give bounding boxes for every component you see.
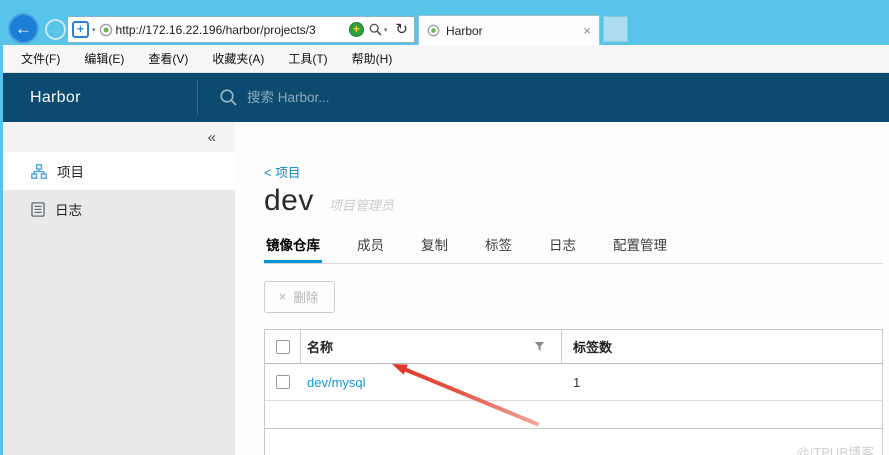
main-content: < 项目 dev 项目管理员 镜像仓库 成员 复制 标签 日志 配置管理 × 删除 bbox=[235, 122, 889, 455]
window-left-border bbox=[0, 0, 3, 455]
search-input[interactable] bbox=[247, 90, 467, 105]
refresh-icon[interactable]: ↻ bbox=[392, 22, 411, 37]
breadcrumb-back-icon: < bbox=[264, 166, 272, 180]
repo-link-dev-mysql[interactable]: dev/mysql bbox=[307, 375, 366, 390]
filter-funnel-icon[interactable] bbox=[534, 341, 545, 352]
breadcrumb[interactable]: < 项目 bbox=[264, 162, 883, 181]
role-badge: 项目管理员 bbox=[328, 198, 394, 213]
breadcrumb-label[interactable]: 项目 bbox=[275, 166, 300, 180]
back-arrow-icon: ← bbox=[15, 18, 32, 38]
suggested-sites-icon[interactable]: + bbox=[348, 22, 364, 37]
log-icon bbox=[31, 201, 45, 217]
forward-arrow-icon: → bbox=[49, 22, 62, 37]
compatibility-zone-icon[interactable]: + bbox=[72, 21, 89, 38]
menu-file[interactable]: 文件(F) bbox=[9, 50, 72, 67]
tab-repositories[interactable]: 镜像仓库 bbox=[264, 228, 322, 263]
page-title: dev bbox=[264, 184, 314, 217]
browser-chrome: ← → + ▾ + ▾ ↻ bbox=[0, 0, 889, 45]
sidebar-collapse-bar[interactable]: « bbox=[0, 122, 235, 152]
table-footer: @ITPUB博客 bbox=[265, 429, 882, 455]
sidebar-item-projects[interactable]: 项目 bbox=[0, 152, 235, 190]
browser-tab-harbor[interactable]: Harbor × bbox=[418, 15, 600, 45]
url-input[interactable] bbox=[115, 22, 346, 37]
address-search-control[interactable]: ▾ bbox=[367, 23, 390, 36]
tab-close-icon[interactable]: × bbox=[583, 24, 591, 37]
global-search[interactable] bbox=[219, 73, 467, 122]
harbor-logo: Harbor bbox=[30, 89, 81, 106]
table-row: dev/mysql 1 bbox=[265, 364, 882, 401]
tab-configuration[interactable]: 配置管理 bbox=[611, 228, 669, 263]
search-icon bbox=[369, 23, 382, 36]
sidebar-item-label: 日志 bbox=[55, 203, 82, 218]
address-bar[interactable]: + ▾ + ▾ ↻ bbox=[67, 16, 415, 43]
menu-tools[interactable]: 工具(T) bbox=[276, 50, 339, 67]
menu-help[interactable]: 帮助(H) bbox=[340, 50, 405, 67]
tab-members[interactable]: 成员 bbox=[355, 228, 386, 263]
menu-favorites[interactable]: 收藏夹(A) bbox=[200, 50, 276, 67]
header-divider bbox=[197, 80, 198, 115]
row-checkbox[interactable] bbox=[276, 375, 290, 389]
tag-count-value: 1 bbox=[573, 374, 581, 390]
browser-menu-bar: 文件(F) 编辑(E) 查看(V) 收藏夹(A) 工具(T) 帮助(H) bbox=[0, 45, 889, 73]
tab-favicon bbox=[427, 24, 440, 37]
browser-back-button[interactable]: ← bbox=[8, 13, 39, 44]
browser-forward-button[interactable]: → bbox=[45, 19, 66, 40]
repo-toolbar: × 删除 bbox=[264, 281, 883, 313]
menu-view[interactable]: 查看(V) bbox=[136, 50, 200, 67]
project-tabs: 镜像仓库 成员 复制 标签 日志 配置管理 bbox=[264, 228, 883, 264]
harbor-browser-window: ← → + ▾ + ▾ ↻ bbox=[0, 0, 889, 455]
zone-caret-icon[interactable]: ▾ bbox=[92, 26, 96, 34]
column-header-tags[interactable]: 标签数 bbox=[573, 340, 612, 355]
new-tab-button[interactable] bbox=[603, 16, 628, 42]
sidebar: « 项目 日志 bbox=[0, 122, 235, 455]
repositories-table: 名称 标签数 dev/mysql 1 @ITPUB博客 bbox=[264, 329, 883, 455]
watermark: @ITPUB博客 bbox=[796, 445, 874, 455]
delete-button[interactable]: × 删除 bbox=[264, 281, 336, 313]
search-icon bbox=[220, 89, 237, 106]
delete-x-icon: × bbox=[279, 289, 287, 304]
collapse-chevrons-icon[interactable]: « bbox=[208, 129, 216, 146]
app-header: Harbor bbox=[0, 73, 889, 122]
search-caret-icon: ▾ bbox=[383, 26, 388, 34]
tab-replication[interactable]: 复制 bbox=[419, 228, 450, 263]
site-favicon bbox=[99, 23, 112, 36]
tab-labels[interactable]: 标签 bbox=[483, 228, 514, 263]
table-header-row: 名称 标签数 bbox=[265, 330, 882, 364]
tab-logs[interactable]: 日志 bbox=[547, 228, 578, 263]
delete-button-label: 删除 bbox=[293, 291, 319, 305]
sidebar-item-logs[interactable]: 日志 bbox=[0, 190, 235, 228]
column-header-name[interactable]: 名称 bbox=[307, 337, 333, 356]
select-all-checkbox[interactable] bbox=[275, 339, 290, 354]
table-empty-area bbox=[265, 401, 882, 429]
tab-title: Harbor bbox=[446, 23, 483, 38]
organization-icon bbox=[31, 163, 47, 179]
menu-edit[interactable]: 编辑(E) bbox=[72, 50, 136, 67]
sidebar-item-label: 项目 bbox=[57, 165, 84, 180]
